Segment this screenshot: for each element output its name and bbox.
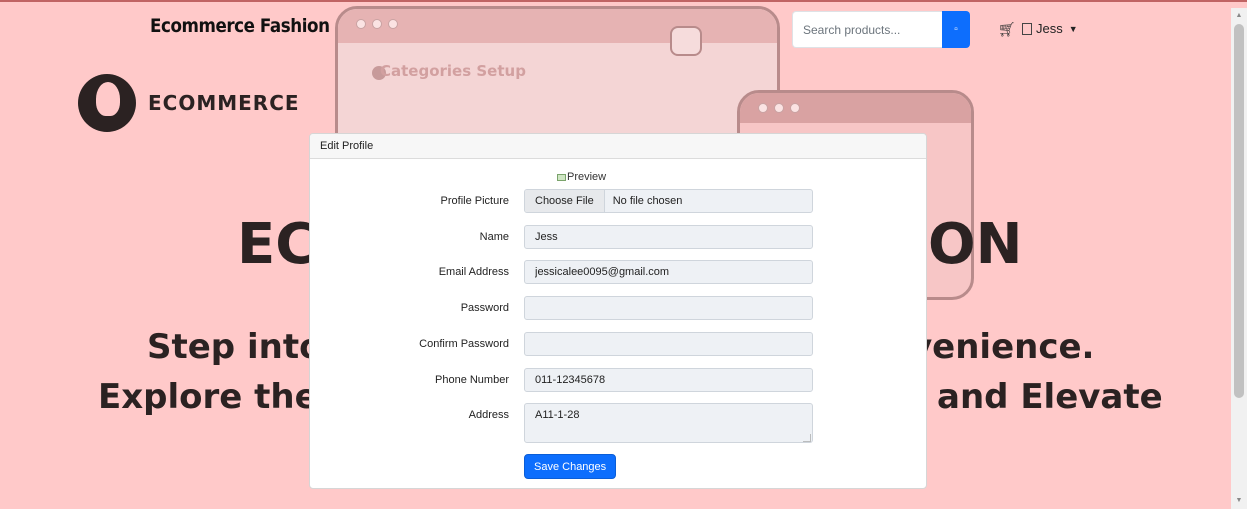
scroll-down-arrow-icon[interactable]: ▼ [1231, 493, 1247, 509]
search-icon: ▫ [954, 24, 958, 35]
search-input[interactable] [792, 11, 942, 48]
broken-image-icon [557, 173, 566, 181]
hero-tagline-1-right: venience. [910, 327, 1095, 367]
heart-illustration-icon [670, 26, 702, 56]
email-input[interactable] [524, 260, 813, 284]
hero-tagline-1-left: Step into [147, 327, 323, 367]
caret-down-icon: ▼ [1068, 23, 1078, 34]
password-label: Password [460, 302, 509, 314]
hero-headline-left: EC [237, 212, 317, 277]
save-changes-button[interactable]: Save Changes [524, 454, 617, 479]
confirm-password-row: Confirm Password [310, 332, 926, 356]
search-button[interactable]: ▫ [942, 11, 970, 48]
profile-picture-label: Profile Picture [440, 195, 509, 207]
search-bar: ▫ [792, 11, 970, 48]
profile-picture-file-input[interactable]: Choose File No file chosen [524, 189, 813, 213]
phone-row: Phone Number [310, 368, 926, 392]
logo-text: ECOMMERCE [148, 91, 300, 115]
cart-icon[interactable]: 🛒︎ [998, 21, 1016, 38]
user-icon [1022, 22, 1032, 35]
phone-input[interactable] [524, 368, 813, 392]
scroll-up-arrow-icon[interactable]: ▲ [1231, 8, 1247, 24]
edit-profile-card: Edit Profile Preview Profile Picture Cho… [309, 133, 927, 489]
hero-headline-right: ON [928, 212, 1023, 277]
password-input[interactable] [524, 296, 813, 320]
email-label: Email Address [438, 266, 509, 278]
confirm-password-label: Confirm Password [419, 338, 509, 350]
name-label: Name [479, 231, 509, 243]
address-label: Address [468, 409, 509, 421]
name-row: Name [310, 225, 926, 249]
choose-file-button[interactable]: Choose File [525, 190, 605, 212]
profile-picture-row: Profile Picture Choose File No file chos… [310, 189, 926, 213]
address-row: Address A11-1-28 [310, 403, 926, 443]
user-name: Jess [1036, 21, 1063, 36]
password-row: Password [310, 296, 926, 320]
user-menu-dropdown[interactable]: Jess ▼ [1022, 21, 1078, 36]
confirm-password-input[interactable] [524, 332, 813, 356]
address-textarea[interactable]: A11-1-28 [524, 403, 813, 443]
preview-alt-text: Preview [567, 171, 607, 183]
resize-grip-icon[interactable] [803, 434, 811, 442]
phone-label: Phone Number [435, 374, 509, 386]
email-row: Email Address [310, 260, 926, 284]
file-status-text: No file chosen [612, 195, 683, 207]
hero-tagline-2-right: and Elevate [937, 377, 1163, 417]
profile-preview-image: Preview [557, 171, 606, 183]
hero-window-caption: Categories Setup [380, 62, 526, 80]
hero-tagline-2-left: Explore the [98, 377, 318, 417]
brand-title[interactable]: Ecommerce Fashion [150, 15, 330, 37]
page-scrollbar[interactable]: ▲ ▼ [1231, 8, 1247, 509]
ecommerce-logo: ECOMMERCE [78, 74, 300, 132]
card-title: Edit Profile [310, 134, 926, 159]
name-input[interactable] [524, 225, 813, 249]
scroll-thumb[interactable] [1234, 24, 1244, 398]
woman-silhouette-icon [78, 74, 136, 132]
